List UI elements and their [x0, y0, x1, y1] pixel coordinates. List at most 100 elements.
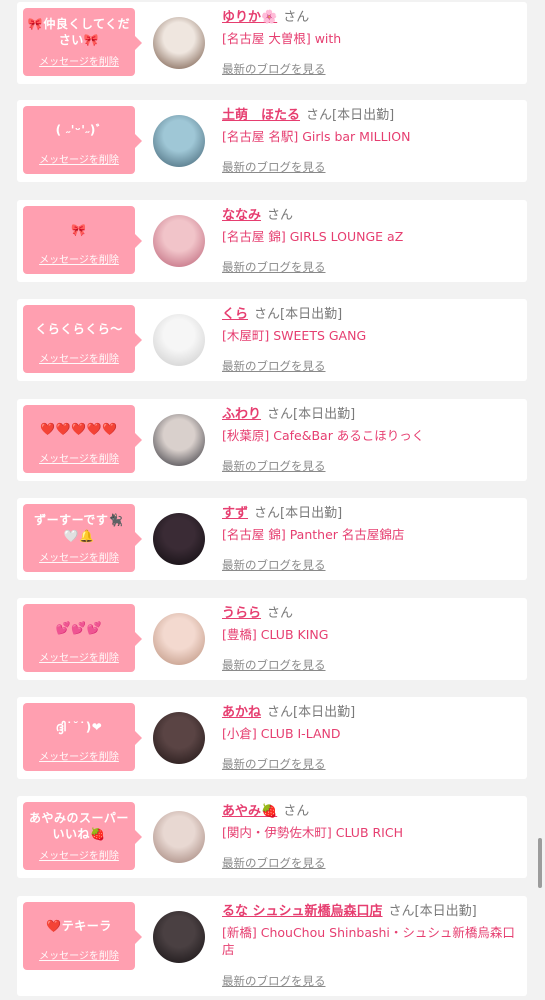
name-line: うらら さん	[222, 604, 519, 624]
latest-blog-link[interactable]: 最新のブログを見る	[222, 657, 326, 673]
message-bubble: ദ്ദി˙˘˙)❤ メッセージを削除	[23, 703, 142, 771]
name-line: ふわり さん[本日出勤]	[222, 405, 519, 425]
message-text: ❤️テキーラ	[46, 919, 112, 933]
profile-info: うらら さん [豊橋] CLUB KING	[222, 604, 519, 643]
san-suffix: さん	[283, 804, 310, 819]
delete-message-link[interactable]: メッセージを削除	[27, 748, 131, 763]
san-suffix: さん	[254, 506, 281, 521]
status-badge: [本日出勤]	[280, 506, 343, 521]
latest-blog-link[interactable]: 最新のブログを見る	[222, 973, 326, 989]
message-card: 🎀仲良くしてください🎀 メッセージを削除 ゆりか🌸 さん [名古屋 大曽根] wi…	[17, 2, 527, 84]
message-card: ദ്ദി˙˘˙)❤ メッセージを削除 あかね さん[本日出勤] [小倉] CLUB…	[17, 697, 527, 779]
message-card: 🎀 メッセージを削除 ななみ さん [名古屋 錦] GIRLS LOUNGE aZ…	[17, 200, 527, 282]
message-text: 🎀仲良くしてください🎀	[27, 17, 131, 47]
shop-name: [秋葉原] Cafe&Bar あるこほりっく	[222, 428, 425, 443]
profile-info: ななみ さん [名古屋 錦] GIRLS LOUNGE aZ	[222, 206, 519, 245]
message-bubble: ❤️❤️❤️❤️❤️ メッセージを削除	[23, 405, 142, 473]
message-text: あやみのスーパーいいね🍓	[29, 811, 129, 841]
message-card: ずーすーです🐈‍⬛🤍🔔 メッセージを削除 すず さん[本日出勤] [名古屋 錦] …	[17, 498, 527, 580]
shop-name: [名古屋 錦] Panther 名古屋錦店	[222, 527, 405, 542]
name-line: るな シュシュ新橋烏森口店 さん[本日出勤]	[222, 902, 519, 922]
avatar[interactable]	[153, 314, 205, 366]
message-card: あやみのスーパーいいね🍓 メッセージを削除 あやみ🍓 さん [関内・伊勢佐木町] …	[17, 796, 527, 878]
latest-blog-link[interactable]: 最新のブログを見る	[222, 358, 326, 374]
avatar[interactable]	[153, 712, 205, 764]
avatar[interactable]	[153, 911, 205, 963]
cast-name-link[interactable]: ふわり	[222, 407, 261, 422]
delete-message-link[interactable]: メッセージを削除	[27, 251, 131, 266]
delete-message-link[interactable]: メッセージを削除	[27, 947, 131, 962]
delete-message-link[interactable]: メッセージを削除	[27, 53, 131, 68]
status-badge: [本日出勤]	[332, 108, 395, 123]
cast-name-link[interactable]: くら	[222, 307, 248, 322]
san-suffix: さん	[306, 108, 333, 123]
avatar[interactable]	[153, 513, 205, 565]
cast-name-link[interactable]: 土萌 ほたる	[222, 108, 300, 123]
message-bubble: あやみのスーパーいいね🍓 メッセージを削除	[23, 802, 142, 870]
message-text: ദ്ദി˙˘˙)❤	[55, 720, 103, 734]
avatar[interactable]	[153, 17, 205, 69]
latest-blog-link[interactable]: 最新のブログを見る	[222, 259, 326, 275]
message-bubble: 💕💕💕 メッセージを削除	[23, 604, 142, 672]
latest-blog-link[interactable]: 最新のブログを見る	[222, 855, 326, 871]
shop-name: [豊橋] CLUB KING	[222, 627, 329, 642]
avatar[interactable]	[153, 115, 205, 167]
profile-info: あかね さん[本日出勤] [小倉] CLUB I-LAND	[222, 703, 519, 742]
cast-name-link[interactable]: るな シュシュ新橋烏森口店	[222, 904, 383, 919]
profile-info: ふわり さん[本日出勤] [秋葉原] Cafe&Bar あるこほりっく	[222, 405, 519, 444]
latest-blog-link[interactable]: 最新のブログを見る	[222, 61, 326, 77]
profile-info: 土萌 ほたる さん[本日出勤] [名古屋 名駅] Girls bar MILLIO…	[222, 106, 519, 145]
name-line: ゆりか🌸 さん	[222, 8, 519, 28]
latest-blog-link[interactable]: 最新のブログを見る	[222, 756, 326, 772]
avatar[interactable]	[153, 811, 205, 863]
status-badge: [本日出勤]	[293, 407, 356, 422]
shop-name: [木屋町] SWEETS GANG	[222, 328, 367, 343]
message-bubble: くらくらくら〜 メッセージを削除	[23, 305, 142, 373]
latest-blog-link[interactable]: 最新のブログを見る	[222, 557, 326, 573]
latest-blog-link[interactable]: 最新のブログを見る	[222, 458, 326, 474]
cast-name-link[interactable]: ななみ	[222, 208, 261, 223]
status-badge: [本日出勤]	[280, 307, 343, 322]
message-text: 💕💕💕	[55, 621, 103, 635]
cast-name-link[interactable]: うらら	[222, 606, 261, 621]
cast-name-link[interactable]: ゆりか🌸	[222, 10, 277, 25]
shop-name: [名古屋 錦] GIRLS LOUNGE aZ	[222, 229, 404, 244]
shop-name: [関内・伊勢佐木町] CLUB RICH	[222, 825, 403, 840]
profile-info: ゆりか🌸 さん [名古屋 大曽根] with	[222, 8, 519, 47]
name-line: あやみ🍓 さん	[222, 802, 519, 822]
message-text: 🎀	[71, 223, 87, 237]
delete-message-link[interactable]: メッセージを削除	[27, 151, 131, 166]
san-suffix: さん	[254, 307, 281, 322]
name-line: ななみ さん	[222, 206, 519, 226]
status-badge: [本日出勤]	[414, 904, 477, 919]
avatar[interactable]	[153, 613, 205, 665]
delete-message-link[interactable]: メッセージを削除	[27, 350, 131, 365]
cast-name-link[interactable]: あやみ🍓	[222, 804, 277, 819]
san-suffix: さん	[267, 407, 294, 422]
message-card: ❤️テキーラ メッセージを削除 るな シュシュ新橋烏森口店 さん[本日出勤] [新…	[17, 896, 527, 996]
shop-name: [新橋] ChouChou Shinbashi・シュシュ新橋烏森口店	[222, 925, 515, 957]
avatar[interactable]	[153, 414, 205, 466]
delete-message-link[interactable]: メッセージを削除	[27, 549, 131, 564]
message-bubble: ずーすーです🐈‍⬛🤍🔔 メッセージを削除	[23, 504, 142, 572]
latest-blog-link[interactable]: 最新のブログを見る	[222, 159, 326, 175]
delete-message-link[interactable]: メッセージを削除	[27, 847, 131, 862]
name-line: 土萌 ほたる さん[本日出勤]	[222, 106, 519, 126]
message-bubble: 🎀 メッセージを削除	[23, 206, 142, 274]
name-line: すず さん[本日出勤]	[222, 504, 519, 524]
scrollbar[interactable]	[538, 838, 542, 888]
message-card: ( ˶'ᵕ'˶)ﾞ メッセージを削除 土萌 ほたる さん[本日出勤] [名古屋 名…	[17, 100, 527, 182]
avatar[interactable]	[153, 215, 205, 267]
san-suffix: さん	[283, 10, 310, 25]
message-text: くらくらくら〜	[35, 322, 123, 336]
name-line: あかね さん[本日出勤]	[222, 703, 519, 723]
cast-name-link[interactable]: すず	[222, 506, 248, 521]
cast-name-link[interactable]: あかね	[222, 705, 261, 720]
message-card: くらくらくら〜 メッセージを削除 くら さん[本日出勤] [木屋町] SWEETS…	[17, 299, 527, 381]
message-text: ずーすーです🐈‍⬛🤍🔔	[34, 513, 124, 543]
profile-info: あやみ🍓 さん [関内・伊勢佐木町] CLUB RICH	[222, 802, 519, 841]
san-suffix: さん	[267, 705, 294, 720]
delete-message-link[interactable]: メッセージを削除	[27, 450, 131, 465]
message-bubble: 🎀仲良くしてください🎀 メッセージを削除	[23, 8, 142, 76]
delete-message-link[interactable]: メッセージを削除	[27, 649, 131, 664]
